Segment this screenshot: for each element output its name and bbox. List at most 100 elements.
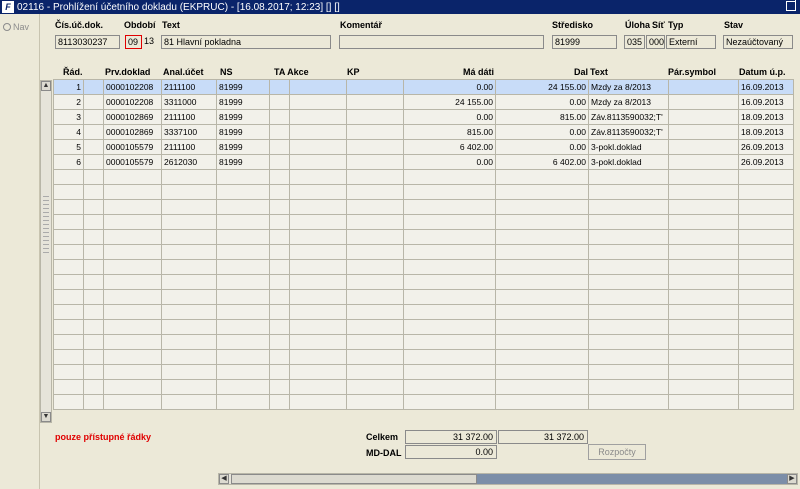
table-cell-ns[interactable] xyxy=(216,334,270,350)
table-cell-anal-ucet[interactable] xyxy=(161,199,217,215)
table-cell[interactable] xyxy=(269,319,290,335)
table-cell-par-symbol[interactable] xyxy=(668,109,739,125)
table-cell-dal[interactable] xyxy=(495,274,589,290)
col-header-kp[interactable]: KP xyxy=(347,67,360,77)
table-cell-prv-doklad[interactable] xyxy=(103,379,162,395)
table-row[interactable]: 6 0000105579 2612030 81999 0.00 6 402.00 3-pok… xyxy=(53,154,794,170)
table-row[interactable] xyxy=(53,244,794,260)
table-cell-text[interactable] xyxy=(588,319,669,335)
typ-field[interactable]: Externí xyxy=(666,35,716,49)
table-cell-anal-ucet[interactable]: 2612030 xyxy=(161,154,217,170)
table-row[interactable] xyxy=(53,379,794,395)
table-cell[interactable] xyxy=(289,199,347,215)
table-cell[interactable] xyxy=(269,334,290,350)
table-cell-ma-dati[interactable] xyxy=(403,274,496,290)
table-cell-dal[interactable] xyxy=(495,319,589,335)
table-cell[interactable] xyxy=(346,184,404,200)
table-cell[interactable] xyxy=(346,349,404,365)
table-cell-rad[interactable] xyxy=(53,319,84,335)
table-cell[interactable] xyxy=(289,244,347,260)
table-cell-ma-dati[interactable]: 815.00 xyxy=(403,124,496,140)
table-cell[interactable] xyxy=(269,259,290,275)
table-cell[interactable] xyxy=(83,109,104,125)
table-cell-datum-up[interactable]: 26.09.2013 xyxy=(738,139,794,155)
table-cell-ns[interactable] xyxy=(216,394,270,410)
table-cell-ns[interactable] xyxy=(216,199,270,215)
table-cell-rad[interactable] xyxy=(53,259,84,275)
stav-field[interactable]: Nezaúčtovaný xyxy=(723,35,793,49)
table-cell[interactable] xyxy=(346,229,404,245)
table-cell[interactable] xyxy=(346,79,404,95)
table-cell-text[interactable]: Mzdy za 8/2013 xyxy=(588,79,669,95)
table-cell-dal[interactable] xyxy=(495,244,589,260)
table-cell-par-symbol[interactable] xyxy=(668,79,739,95)
table-cell[interactable] xyxy=(269,229,290,245)
table-cell[interactable] xyxy=(289,379,347,395)
table-cell-rad[interactable]: 3 xyxy=(53,109,84,125)
table-row[interactable] xyxy=(53,184,794,200)
stredisko-field[interactable]: 81999 xyxy=(552,35,617,49)
table-cell-anal-ucet[interactable] xyxy=(161,244,217,260)
table-cell-ns[interactable]: 81999 xyxy=(216,154,270,170)
table-cell-datum-up[interactable] xyxy=(738,304,794,320)
table-cell[interactable] xyxy=(269,289,290,305)
table-cell[interactable] xyxy=(83,364,104,380)
col-header-datum-up[interactable]: Datum ú.p. xyxy=(739,67,786,77)
table-cell[interactable] xyxy=(83,184,104,200)
table-cell-rad[interactable]: 1 xyxy=(53,79,84,95)
table-cell[interactable] xyxy=(83,244,104,260)
table-cell-dal[interactable] xyxy=(495,304,589,320)
table-cell[interactable] xyxy=(346,109,404,125)
table-cell-prv-doklad[interactable] xyxy=(103,244,162,260)
table-cell[interactable] xyxy=(83,289,104,305)
table-cell[interactable] xyxy=(346,274,404,290)
cis-uc-dok-field[interactable]: 8113030237 xyxy=(55,35,120,49)
col-header-ta-akce[interactable]: TA Akce xyxy=(274,67,309,77)
table-cell[interactable] xyxy=(289,214,347,230)
col-header-ma-dati[interactable]: Má dáti xyxy=(463,67,494,77)
table-cell-text[interactable]: 3-pokl.doklad xyxy=(588,154,669,170)
table-cell-prv-doklad[interactable] xyxy=(103,169,162,185)
table-cell-text[interactable]: Záv.8113590032;T' xyxy=(588,109,669,125)
table-cell-text[interactable] xyxy=(588,379,669,395)
table-cell-text[interactable] xyxy=(588,214,669,230)
table-cell-rad[interactable] xyxy=(53,184,84,200)
table-cell-ns[interactable] xyxy=(216,244,270,260)
table-cell-ma-dati[interactable] xyxy=(403,169,496,185)
table-cell-ma-dati[interactable] xyxy=(403,334,496,350)
table-cell-rad[interactable] xyxy=(53,334,84,350)
table-cell-datum-up[interactable] xyxy=(738,214,794,230)
table-cell-ns[interactable] xyxy=(216,169,270,185)
table-cell[interactable] xyxy=(83,214,104,230)
table-cell-ns[interactable] xyxy=(216,364,270,380)
table-cell-anal-ucet[interactable] xyxy=(161,184,217,200)
table-cell-dal[interactable] xyxy=(495,259,589,275)
table-cell[interactable] xyxy=(346,319,404,335)
table-cell-ma-dati[interactable]: 24 155.00 xyxy=(403,94,496,110)
table-cell-dal[interactable] xyxy=(495,349,589,365)
text-field[interactable]: 81 Hlavní pokladna xyxy=(161,35,331,49)
table-cell-ns[interactable] xyxy=(216,214,270,230)
table-cell-anal-ucet[interactable] xyxy=(161,349,217,365)
table-cell-dal[interactable] xyxy=(495,394,589,410)
table-cell[interactable] xyxy=(289,109,347,125)
table-cell[interactable] xyxy=(289,184,347,200)
table-cell-ma-dati[interactable]: 6 402.00 xyxy=(403,139,496,155)
scroll-right-icon[interactable]: ▶ xyxy=(787,474,797,484)
table-row[interactable] xyxy=(53,259,794,275)
table-cell-rad[interactable] xyxy=(53,244,84,260)
table-cell-datum-up[interactable] xyxy=(738,199,794,215)
table-cell-ns[interactable]: 81999 xyxy=(216,139,270,155)
table-cell-datum-up[interactable]: 18.09.2013 xyxy=(738,124,794,140)
table-cell-rad[interactable]: 5 xyxy=(53,139,84,155)
table-cell[interactable] xyxy=(346,334,404,350)
table-cell[interactable] xyxy=(269,244,290,260)
table-cell[interactable] xyxy=(289,259,347,275)
uloha-field[interactable]: 035 xyxy=(624,35,645,49)
table-cell-dal[interactable] xyxy=(495,379,589,395)
table-cell[interactable] xyxy=(269,94,290,110)
vertical-scrollbar[interactable]: ▲ ▼ xyxy=(40,80,52,423)
table-cell-par-symbol[interactable] xyxy=(668,94,739,110)
table-cell[interactable] xyxy=(346,199,404,215)
table-cell-text[interactable] xyxy=(588,289,669,305)
